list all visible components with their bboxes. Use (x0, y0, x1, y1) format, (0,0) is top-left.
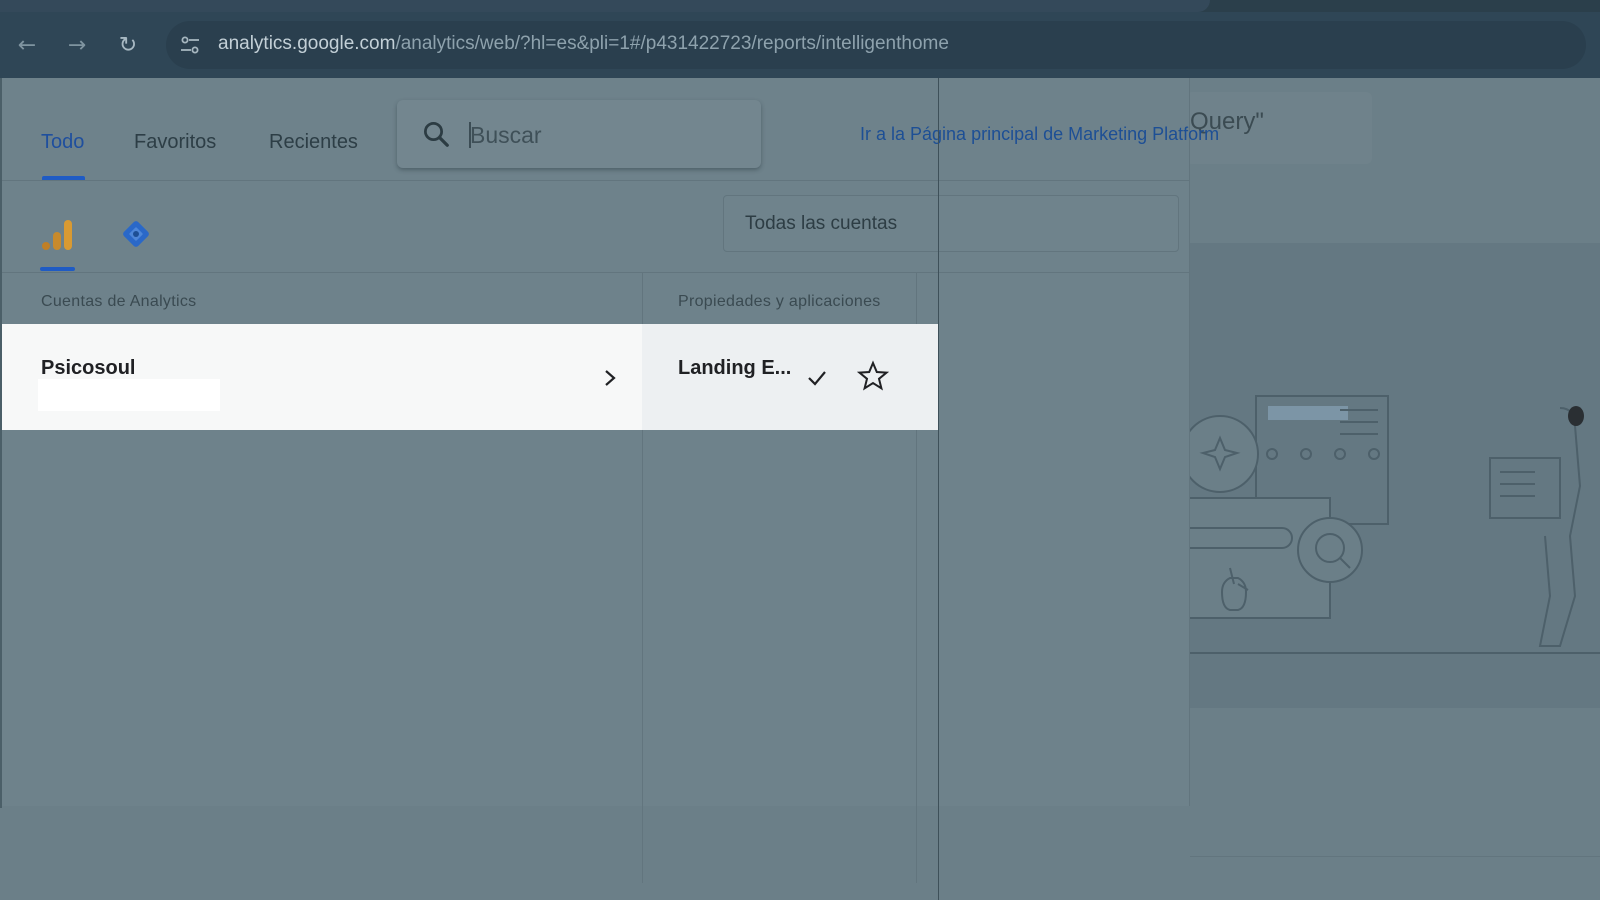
tab-favoritos[interactable]: Favoritos (134, 131, 216, 154)
account-id-redacted (38, 379, 220, 411)
url-text[interactable]: analytics.google.com/analytics/web/?hl=e… (218, 33, 949, 55)
tab-strip (0, 0, 1600, 12)
forward-icon[interactable]: → (63, 32, 91, 60)
active-tab-indicator (42, 176, 85, 180)
tab-recientes[interactable]: Recientes (269, 131, 358, 154)
guide-line (938, 78, 939, 900)
account-row[interactable]: Psicosoul Landing E... (0, 324, 939, 430)
column-header-accounts: Cuentas de Analytics (41, 293, 197, 310)
tab-todo[interactable]: Todo (41, 131, 84, 154)
star-icon[interactable] (857, 360, 889, 392)
window-edge (0, 78, 2, 808)
marketing-illustration (1190, 395, 1600, 654)
tag-manager-icon[interactable] (119, 217, 153, 251)
search-icon (424, 122, 449, 147)
account-cell[interactable]: Psicosoul (0, 324, 642, 430)
check-icon (808, 371, 826, 386)
products-divider (0, 272, 1190, 273)
account-name: Psicosoul (41, 357, 136, 379)
marketing-platform-link[interactable]: Ir a la Página principal de Marketing Pl… (860, 124, 1219, 145)
accounts-filter-dropdown[interactable]: Todas las cuentas (723, 195, 1179, 252)
account-picker-panel: Todo Favoritos Recientes Ir a la Página … (0, 78, 1219, 883)
accounts-filter-label: Todas las cuentas (745, 213, 898, 234)
page-overlay: Query" Todo Favoritos Recientes Buscar I… (0, 78, 1600, 900)
reload-icon[interactable]: ↻ (114, 32, 142, 60)
address-bar[interactable]: analytics.google.com/analytics/web/?hl=e… (166, 21, 1586, 69)
search-box[interactable] (397, 100, 761, 168)
analytics-icon[interactable] (42, 218, 74, 252)
site-settings-icon[interactable] (178, 33, 202, 57)
content-divider (1190, 856, 1600, 857)
browser-toolbar: ← → ↻ analytics.google.com/analytics/web… (0, 12, 1600, 78)
chevron-right-icon[interactable] (600, 366, 620, 390)
search-input[interactable] (470, 120, 740, 150)
url-path: /analytics/web/?hl=es&pli=1#/p431422723/… (395, 33, 949, 54)
browser-tab[interactable] (0, 0, 1210, 12)
property-name: Landing E... (678, 357, 792, 379)
url-domain: analytics.google.com (218, 33, 396, 54)
back-icon[interactable]: ← (13, 32, 41, 60)
property-cell[interactable]: Landing E... (642, 324, 939, 430)
selected-product-indicator (40, 267, 75, 271)
column-header-properties: Propiedades y aplicaciones (678, 293, 881, 310)
picker-tabs: Todo Favoritos Recientes Ir a la Página … (0, 78, 1219, 181)
